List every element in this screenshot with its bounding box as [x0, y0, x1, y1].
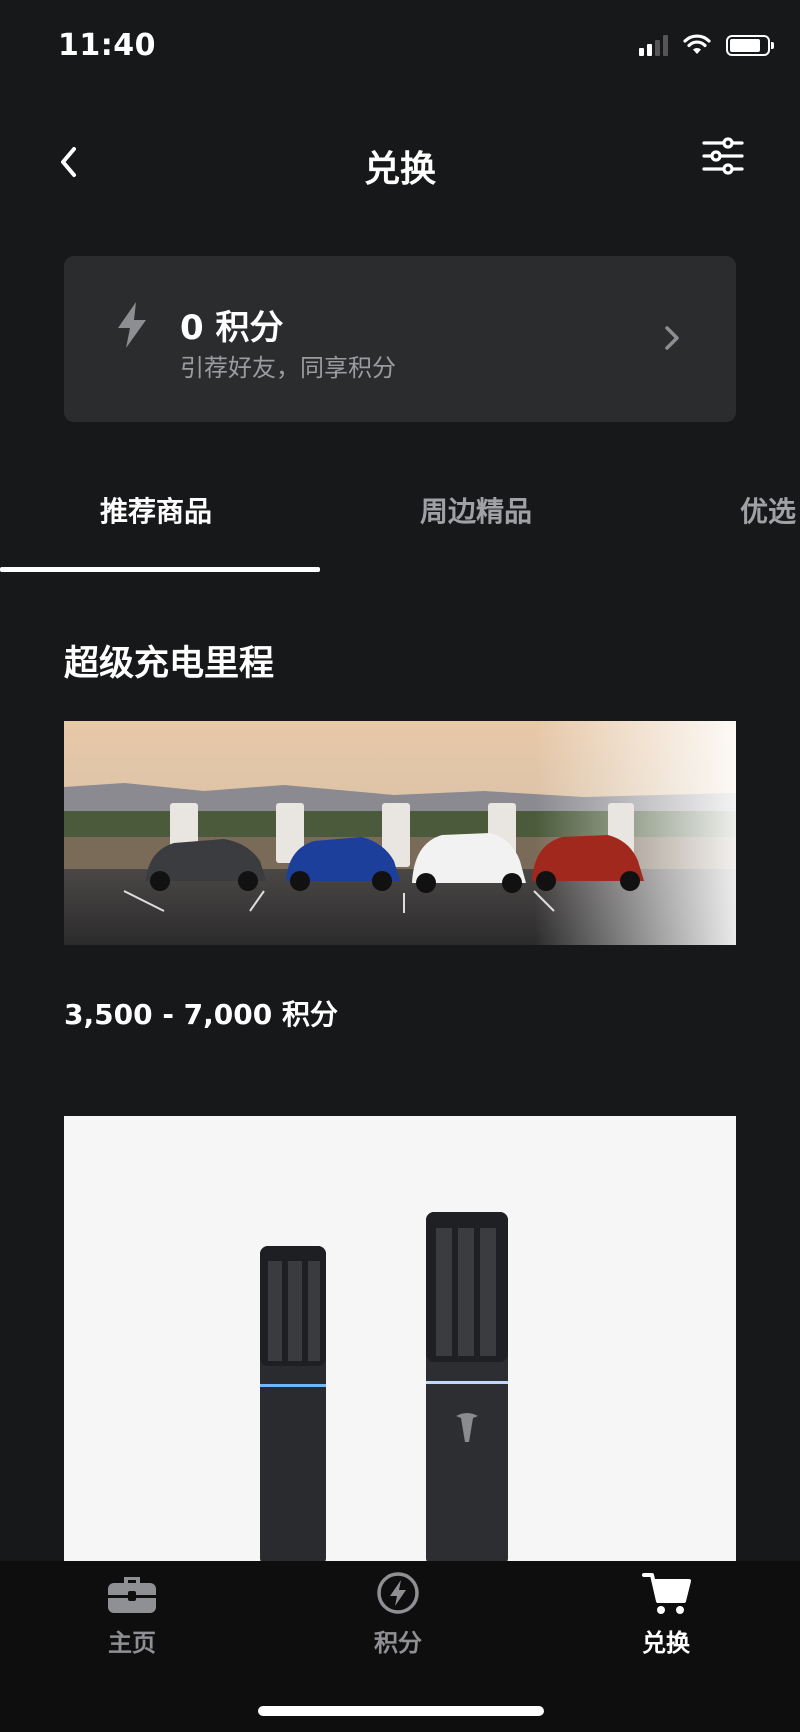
nav-exchange-label: 兑换 — [642, 1629, 690, 1657]
filter-button[interactable] — [701, 135, 745, 179]
tab-indicator — [0, 567, 320, 572]
item-price: 3,500 - 7,000 积分 — [64, 998, 338, 1031]
bolt-circle-icon — [377, 1572, 419, 1614]
battery-icon — [726, 34, 774, 56]
wifi-icon — [683, 34, 711, 54]
chevron-right-icon — [665, 326, 679, 350]
nav-exchange[interactable]: 兑换 — [586, 1569, 746, 1658]
points-card[interactable]: 0 积分 引荐好友，同享积分 — [64, 256, 736, 422]
tab-selected[interactable]: 优选 — [740, 490, 796, 530]
product-image[interactable] — [64, 1116, 736, 1561]
page-title: 兑换 — [363, 149, 436, 190]
toolbox-icon — [108, 1577, 156, 1613]
supercharger-banner-image[interactable] — [64, 721, 736, 945]
tab-recommended[interactable]: 推荐商品 — [100, 490, 212, 530]
home-indicator[interactable] — [258, 1706, 544, 1716]
nav-home-label: 主页 — [108, 1629, 156, 1657]
nav-points[interactable]: 积分 — [318, 1569, 478, 1658]
nav-home[interactable]: 主页 — [52, 1569, 212, 1658]
cart-icon — [642, 1573, 691, 1614]
points-subtitle: 引荐好友，同享积分 — [180, 354, 396, 382]
status-time: 11:40 — [58, 28, 156, 63]
sliders-icon — [702, 137, 744, 175]
signal-icon — [639, 34, 668, 56]
section-title: 超级充电里程 — [64, 644, 275, 684]
status-icons — [639, 34, 774, 56]
points-value: 0 积分 — [180, 308, 284, 348]
supercharger-cars-image — [64, 721, 736, 945]
nav-points-label: 积分 — [374, 1629, 422, 1657]
bolt-icon — [118, 302, 146, 348]
tab-merchandise[interactable]: 周边精品 — [420, 490, 532, 530]
speaker-product-image — [64, 1116, 736, 1561]
